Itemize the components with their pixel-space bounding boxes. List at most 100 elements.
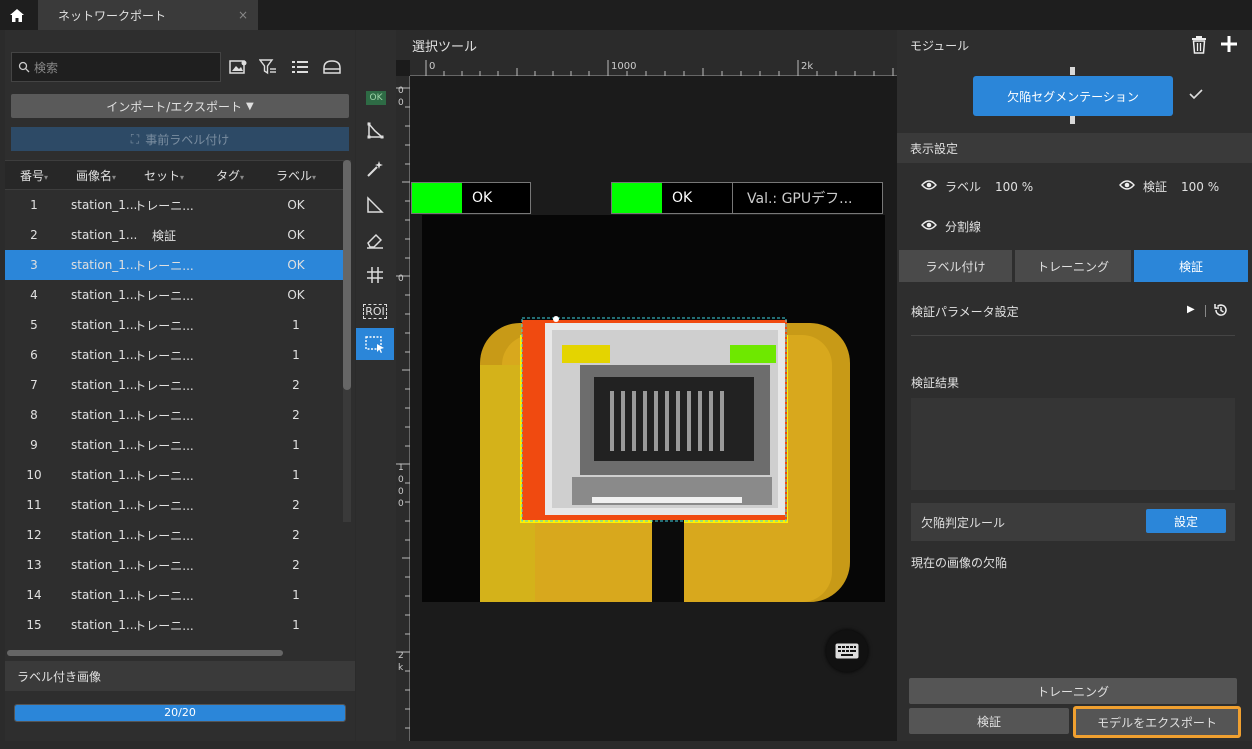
split-line-toggle[interactable]: 分割線: [921, 218, 981, 235]
row-image-name: station_1...: [71, 618, 138, 632]
polygon-tool-icon[interactable]: [356, 116, 394, 146]
row-set: トレーニ...: [134, 528, 194, 543]
ok-badge[interactable]: OK: [366, 91, 386, 105]
row-number: 2: [30, 228, 38, 242]
row-number: 6: [30, 348, 38, 362]
row-image-name: station_1...: [71, 228, 138, 242]
horizontal-scrollbar[interactable]: [7, 650, 283, 656]
row-label: 2: [292, 378, 300, 392]
table-row[interactable]: 12 station_1... トレーニ... 2: [5, 520, 343, 550]
cloud-icon[interactable]: [321, 56, 343, 78]
row-label: 2: [292, 498, 300, 512]
keyboard-shortcut-icon[interactable]: [826, 630, 868, 672]
table-row[interactable]: 1 station_1... トレーニ... OK: [5, 190, 343, 220]
sample-image: [422, 215, 885, 602]
module-panel: モジュール 欠陥セグメンテーション 表示設定 ラベル 100 % 検証 100 …: [897, 30, 1252, 741]
ok-label: OK: [672, 190, 693, 206]
shape-tool-icon[interactable]: [356, 190, 394, 220]
column-tag[interactable]: タグ ▾: [199, 167, 261, 184]
table-row[interactable]: 5 station_1... トレーニ... 1: [5, 310, 343, 340]
table-row[interactable]: 13 station_1... トレーニ... 2: [5, 550, 343, 580]
pre-label-button[interactable]: ⛶ 事前ラベル付け: [11, 127, 349, 151]
table-row[interactable]: 9 station_1... トレーニ... 1: [5, 430, 343, 460]
import-export-button[interactable]: インポート/エクスポート ▼: [11, 94, 349, 118]
scrollbar-thumb[interactable]: [343, 160, 351, 390]
tab-label: ネットワークポート: [58, 8, 167, 23]
verify-opacity: 100 %: [1181, 179, 1220, 194]
divider: [1205, 305, 1206, 317]
table-row[interactable]: 10 station_1... トレーニ... 1: [5, 460, 343, 490]
verify-button[interactable]: 検証: [909, 708, 1069, 734]
export-model-label: モデルをエクスポート: [1097, 715, 1217, 730]
table-row[interactable]: 14 station_1... トレーニ... 1: [5, 580, 343, 610]
progress-text: 20/20: [164, 706, 196, 719]
tab-network-port[interactable]: ネットワークポート ×: [38, 0, 258, 30]
labeled-images-header: ラベル付き画像: [5, 661, 355, 691]
column-number[interactable]: 番号 ▾: [5, 167, 63, 184]
table-row[interactable]: 7 station_1... トレーニ... 2: [5, 370, 343, 400]
filter-icon[interactable]: [257, 56, 279, 78]
row-set: トレーニ...: [134, 318, 194, 333]
search-input[interactable]: 検索: [11, 52, 221, 82]
row-number: 9: [30, 438, 38, 452]
verify-visibility-toggle[interactable]: 検証 100 %: [1119, 178, 1219, 195]
module-node-defect-segmentation[interactable]: 欠陥セグメンテーション: [973, 76, 1173, 116]
row-image-name: station_1...: [71, 498, 138, 512]
table-row[interactable]: 3 station_1... トレーニ... OK: [5, 250, 343, 280]
tab-labeling[interactable]: ラベル付け: [899, 250, 1012, 282]
roi-tool-icon[interactable]: ROI: [356, 296, 394, 326]
row-set: トレーニ...: [134, 558, 194, 573]
module-title: モジュール: [910, 38, 970, 53]
column-label-col[interactable]: ラベル ▾: [261, 167, 331, 184]
row-image-name: station_1...: [71, 408, 138, 422]
eye-icon: [921, 179, 937, 194]
settings-button[interactable]: 設定: [1146, 509, 1226, 533]
label-visibility-toggle[interactable]: ラベル 100 %: [921, 178, 1033, 195]
ruler-label: 1000: [398, 463, 404, 509]
vertical-ruler: 0 0 0 1000 2k: [396, 76, 410, 741]
history-icon[interactable]: [1213, 302, 1229, 321]
close-icon[interactable]: ×: [238, 8, 248, 22]
training-button[interactable]: トレーニング: [909, 678, 1237, 704]
table-row[interactable]: 6 station_1... トレーニ... 1: [5, 340, 343, 370]
training-button-label: トレーニング: [1036, 684, 1109, 699]
trash-icon[interactable]: [1191, 36, 1207, 57]
table-header: 番号 ▾ 画像名 ▾ セット ▾ タグ ▾ ラベル ▾: [5, 160, 343, 190]
image-filter-icon[interactable]: [227, 56, 249, 78]
play-icon[interactable]: ▶: [1187, 304, 1195, 315]
home-icon[interactable]: [0, 0, 34, 30]
eye-icon: [1119, 179, 1135, 194]
grid-tool-icon[interactable]: [356, 260, 394, 290]
verify-toggle-text: 検証: [1143, 180, 1168, 194]
row-image-name: station_1...: [71, 588, 138, 602]
ruler-label: 0: [429, 61, 436, 72]
ruler-label: 1000: [611, 61, 637, 72]
column-image-name[interactable]: 画像名 ▾: [63, 167, 129, 184]
list-view-icon[interactable]: [289, 56, 311, 78]
export-model-button[interactable]: モデルをエクスポート: [1073, 706, 1241, 738]
table-row[interactable]: 15 station_1... トレーニ... 1: [5, 610, 343, 640]
row-label: 1: [292, 318, 300, 332]
vertical-scrollbar[interactable]: [343, 160, 351, 522]
column-label: セット: [143, 168, 180, 183]
eraser-icon[interactable]: [356, 225, 394, 255]
table-row[interactable]: 4 station_1... トレーニ... OK: [5, 280, 343, 310]
table-row[interactable]: 2 station_1... 検証 OK: [5, 220, 343, 250]
table-row[interactable]: 8 station_1... トレーニ... 2: [5, 400, 343, 430]
ok-label: OK: [472, 190, 493, 206]
select-tool-icon[interactable]: [356, 328, 394, 360]
search-placeholder: 検索: [34, 60, 59, 75]
row-label: 2: [292, 558, 300, 572]
add-icon[interactable]: [1220, 35, 1238, 53]
row-image-name: station_1...: [71, 198, 138, 212]
magic-wand-icon[interactable]: [356, 154, 394, 184]
row-number: 1: [30, 198, 38, 212]
horizontal-ruler: 0 1000 2k: [410, 60, 897, 76]
column-label: 番号: [19, 168, 44, 183]
tab-verification[interactable]: 検証: [1134, 250, 1248, 282]
column-set[interactable]: セット ▾: [129, 167, 199, 184]
tab-training[interactable]: トレーニング: [1015, 250, 1131, 282]
ok-indicator: [412, 183, 462, 213]
row-number: 7: [30, 378, 38, 392]
table-row[interactable]: 11 station_1... トレーニ... 2: [5, 490, 343, 520]
